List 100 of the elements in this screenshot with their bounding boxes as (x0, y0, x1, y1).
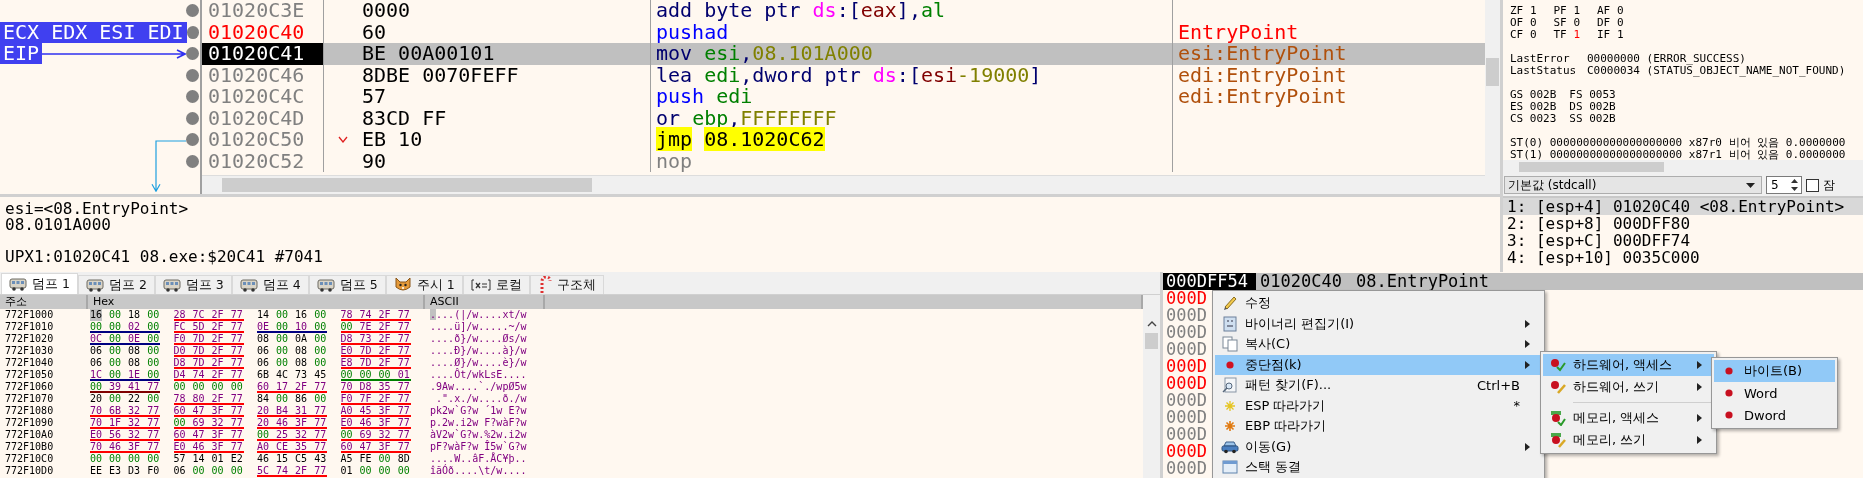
vertical-scrollbar[interactable] (1485, 0, 1500, 194)
submenu-arrow-icon (1697, 383, 1702, 391)
info-text: 08.0101A000 (5, 217, 111, 233)
hex-cell: 06 00 08 00 (90, 345, 160, 357)
hex-cell: 00 00 00 00 (173, 381, 243, 393)
lock-checkbox[interactable] (1806, 178, 1819, 192)
panel-tab[interactable]: 로컬 (462, 275, 530, 294)
segment-register: GS 002B (1510, 88, 1557, 101)
menu-item[interactable]: 복사(C) (1215, 334, 1542, 355)
panel-tab[interactable]: 덤프 5 (308, 275, 386, 294)
address-cell: 01020C4D (202, 107, 324, 129)
address-cell: 01020C46 (202, 64, 324, 86)
hex-cell: 00 00 02 00 (90, 321, 160, 333)
panel-tab[interactable]: 덤프 2 (77, 275, 155, 294)
menu-item[interactable]: Word (1714, 382, 1835, 404)
hex-cell: 01 00 00 00 (340, 465, 410, 477)
segment-register: ES 002B (1510, 100, 1557, 113)
breakpoint-icon (1725, 367, 1733, 375)
menu-item[interactable]: 바이트(B) (1714, 360, 1835, 382)
breakpoint-marker[interactable] (186, 133, 199, 147)
address-cell: 01020C3E (202, 0, 324, 22)
hex-cell: A5 FE 00 8D (340, 453, 410, 465)
breakpoint-marker[interactable] (186, 4, 199, 18)
address-cell: 000DFF54 (1163, 273, 1256, 290)
bytes-cell: EB 10 (362, 129, 423, 151)
bus-icon (85, 278, 104, 292)
breakpoint-marker[interactable] (186, 154, 199, 168)
argument-row[interactable]: 1: [esp+4] 01020C40 <08.EntryPoint> (1503, 198, 1863, 215)
panel-tab[interactable]: 주시 1 (385, 275, 463, 294)
address-cell: 772F1090 (5, 417, 54, 428)
argument-count-spinner[interactable]: 5 (1766, 176, 1802, 194)
hex-cell: 70 1F 32 77 (90, 417, 160, 429)
hex-cell: 0E 00 10 00 (257, 321, 327, 333)
bytes-cell: 90 (362, 150, 387, 172)
hex-cell: E8 7D 2F 77 (340, 357, 410, 369)
address-cell: 772F1050 (5, 369, 54, 380)
hex-cell: 06 00 00 00 (173, 465, 243, 477)
menu-item[interactable]: 중단점(k) (1215, 354, 1542, 375)
menu-item[interactable]: EBP 따라가기 (1215, 416, 1542, 437)
star-icon (1225, 400, 1235, 411)
address-cell: 01020C4C (202, 86, 324, 108)
column-header[interactable]: 주소 (0, 295, 88, 309)
address-cell: 772F1000 (5, 309, 54, 320)
hex-cell: E0 7D 2F 77 (340, 345, 410, 357)
menu-item[interactable]: 수정 (1215, 293, 1542, 314)
address-cell: 772F10D0 (5, 465, 54, 476)
scroll-thumb[interactable] (1145, 333, 1158, 349)
hex-cell: 70 46 3F 77 (90, 441, 160, 453)
panel-tab[interactable]: 덤프 3 (154, 275, 232, 294)
memory-pencil-icon (1550, 432, 1566, 448)
bytes-cell: BE 00A00101 (362, 43, 495, 65)
address-cell: 772F10A0 (5, 429, 54, 440)
vertical-scrollbar[interactable] (1143, 295, 1160, 478)
hex-cell: 5C 74 2F 77 (257, 465, 327, 477)
menu-item[interactable]: 하드웨어, 액세스 (1543, 354, 1714, 376)
menu-item[interactable]: 패턴 찾기(F)... Ctrl+B (1215, 375, 1542, 396)
menu-item[interactable]: 하드웨어, 쓰기 (1543, 376, 1714, 398)
address-cell: 772F1010 (5, 321, 54, 332)
hex-cell: D0 7D 2F 77 (173, 345, 243, 357)
menu-item[interactable]: 이동(G) (1215, 436, 1542, 457)
instruction-text: jmp 08.1020C62 (656, 127, 825, 151)
scroll-up-icon[interactable] (1146, 321, 1157, 327)
ascii-cell: ....Ð}/w....à}/w (430, 345, 527, 357)
argument-row[interactable]: 4: [esp+10] 0035C000 (1503, 249, 1863, 266)
menu-item[interactable]: 바이너리 편집기(I) (1215, 313, 1542, 334)
calling-convention-dropdown[interactable]: 기본값 (stdcall) (1504, 176, 1762, 194)
menu-item[interactable]: 스택 동결 (1215, 457, 1542, 478)
address-cell-text: 000D (1165, 290, 1207, 307)
flag-text: IF 1 (1597, 28, 1624, 41)
menu-item[interactable]: Dword (1714, 404, 1835, 426)
comment-cell-text: 08.EntryPoint (1355, 273, 1490, 290)
hex-cell: 28 7C 2F 77 (173, 309, 243, 321)
comment-text: EntryPoint (1178, 19, 1299, 44)
breakpoint-marker[interactable] (186, 47, 199, 61)
bytes-cell: 57 (362, 86, 387, 108)
address-cell-text: 000D (1165, 358, 1207, 375)
panel-tab[interactable]: 구조체 (529, 275, 604, 294)
ascii-cell: p.2w.i2w F?wàF?w (430, 417, 527, 429)
hex-cell: FC 5D 2F 77 (173, 321, 243, 333)
hex-cell: 20 46 3F 77 (257, 417, 327, 429)
address-cell: 772F1080 (5, 405, 54, 416)
panel-tab[interactable]: 덤프 4 (231, 275, 309, 294)
argument-row[interactable]: 3: [esp+C] 000DFF74 (1503, 232, 1863, 249)
menu-item[interactable]: ESP 따라가기 * (1215, 395, 1542, 416)
hex-cell: 60 47 3F 77 (173, 405, 243, 417)
panel-tab[interactable]: 덤프 1 (1, 273, 78, 294)
menu-item[interactable]: 메모리, 액세스 (1543, 407, 1714, 429)
menu-item[interactable]: 메모리, 쓰기 (1543, 429, 1714, 451)
breakpoint-marker[interactable] (186, 90, 199, 104)
argument-row[interactable]: 2: [esp+8] 000DFF80 (1503, 215, 1863, 232)
flag-text: ZF 1 (1510, 4, 1537, 17)
submenu-arrow-icon (1697, 414, 1702, 422)
flag-text: SF 0 (1553, 16, 1580, 29)
breakpoint-marker[interactable] (186, 68, 199, 82)
hex-cell: 60 17 2F 77 (257, 381, 327, 393)
ascii-cell-text: ....W..âF.ÅC¥þ.. (430, 453, 527, 464)
horizontal-scrollbar[interactable] (202, 175, 1485, 194)
hex-cell: 6B 4C 73 45 (257, 369, 327, 381)
address-cell: 01020C50 (202, 129, 324, 151)
breakpoint-marker[interactable] (186, 111, 199, 125)
